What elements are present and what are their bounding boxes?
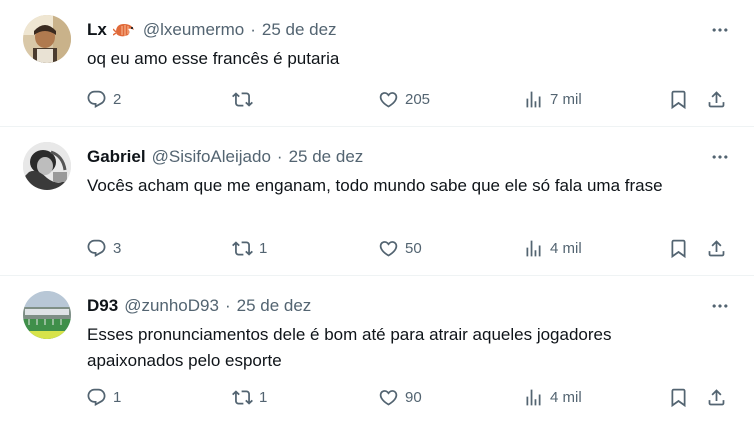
author-handle[interactable]: @zunhoD93 <box>124 295 219 317</box>
tweet-date[interactable]: 25 de dez <box>237 295 312 317</box>
views-icon <box>523 387 544 408</box>
reply-count: 2 <box>113 90 122 108</box>
share-icon <box>706 238 727 259</box>
bookmark-icon <box>668 238 689 259</box>
like-count: 205 <box>405 90 431 108</box>
views-button[interactable]: 7 mil <box>523 88 582 110</box>
share-button[interactable] <box>706 237 727 259</box>
reply-icon <box>86 387 107 408</box>
reply-count: 1 <box>113 388 122 406</box>
share-button[interactable] <box>706 88 727 110</box>
share-icon <box>706 387 727 408</box>
author-handle[interactable]: @lxeumermo <box>143 19 244 41</box>
separator-dot: · <box>250 20 256 39</box>
like-icon <box>378 387 399 408</box>
author-name[interactable]: Lx <box>87 19 107 41</box>
action-bar: 1 1 90 4 mil <box>86 386 730 408</box>
like-icon <box>378 238 399 259</box>
views-count: 7 mil <box>550 90 582 108</box>
action-bar: 2 205 7 mil <box>86 88 730 110</box>
retweet-icon <box>232 387 253 408</box>
views-count: 4 mil <box>550 239 582 257</box>
retweet-count: 1 <box>259 239 268 257</box>
author-name[interactable]: D93 <box>87 295 118 317</box>
tweet-text: Vocês acham que me enganam, todo mundo s… <box>87 176 663 195</box>
like-button[interactable]: 205 <box>378 88 430 110</box>
more-icon[interactable] <box>710 296 730 316</box>
bookmark-button[interactable] <box>668 88 689 110</box>
separator-dot: · <box>224 296 231 315</box>
separator-dot: · <box>276 147 283 166</box>
tweet-date[interactable]: 25 de dez <box>289 146 364 168</box>
like-button[interactable]: 90 <box>378 386 422 408</box>
bookmark-button[interactable] <box>668 237 689 259</box>
retweet-button[interactable]: 1 <box>232 386 267 408</box>
retweet-icon <box>232 89 253 110</box>
retweet-button[interactable]: 1 <box>232 237 267 259</box>
bookmark-icon <box>668 89 689 110</box>
tweet-text: oq eu amo esse francês é putaria <box>87 49 340 68</box>
reply-icon <box>86 89 107 110</box>
views-icon <box>523 89 544 110</box>
views-button[interactable]: 4 mil <box>523 237 582 259</box>
reply-count: 3 <box>113 239 122 257</box>
views-count: 4 mil <box>550 388 582 406</box>
tweet-date[interactable]: 25 de dez <box>262 19 337 41</box>
share-icon <box>706 89 727 110</box>
bookmark-icon <box>668 387 689 408</box>
tweet[interactable]: Lx @lxeumermo · 25 de dez oq eu amo esse… <box>0 0 754 127</box>
like-count: 90 <box>405 388 422 406</box>
author-name[interactable]: Gabriel <box>87 146 146 168</box>
avatar[interactable] <box>23 291 71 339</box>
like-count: 50 <box>405 239 422 257</box>
retweet-count: 1 <box>259 388 268 406</box>
views-button[interactable]: 4 mil <box>523 386 582 408</box>
tweet[interactable]: D93 @zunhoD93 · 25 de dez Esses pronunci… <box>0 276 754 425</box>
bookmark-button[interactable] <box>668 386 689 408</box>
tweet[interactable]: Gabriel @SisifoAleijado · 25 de dez Você… <box>0 127 754 276</box>
shrimp-emoji-icon <box>112 21 137 39</box>
more-icon[interactable] <box>710 147 730 167</box>
retweet-icon <box>232 238 253 259</box>
action-bar: 3 1 50 4 mil <box>86 237 730 259</box>
like-button[interactable]: 50 <box>378 237 422 259</box>
author-handle[interactable]: @SisifoAleijado <box>152 146 271 168</box>
views-icon <box>523 238 544 259</box>
reply-button[interactable]: 3 <box>86 237 121 259</box>
retweet-button[interactable] <box>232 88 259 110</box>
share-button[interactable] <box>706 386 727 408</box>
tweet-text: Esses pronunciamentos dele é bom até par… <box>87 325 612 370</box>
more-icon[interactable] <box>710 20 730 40</box>
avatar[interactable] <box>23 15 71 63</box>
reply-icon <box>86 238 107 259</box>
reply-button[interactable]: 2 <box>86 88 121 110</box>
avatar[interactable] <box>23 142 71 190</box>
like-icon <box>378 89 399 110</box>
reply-button[interactable]: 1 <box>86 386 121 408</box>
